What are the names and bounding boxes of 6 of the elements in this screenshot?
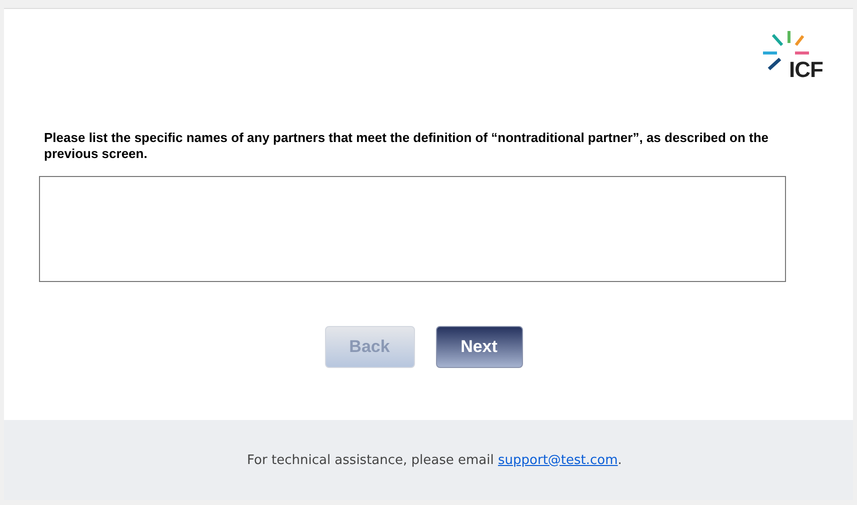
question-text: Please list the specific names of any partners that meet the definition of “nontraditional partner”, as described on the previous screen. xyxy=(44,130,770,162)
logo-text: ICF xyxy=(789,59,823,81)
answer-box[interactable] xyxy=(39,176,786,282)
email-link[interactable]: support@test.com xyxy=(498,452,618,468)
next-button[interactable]: Next xyxy=(436,326,522,368)
footer-text: For technical assistance, please email support@test.com. xyxy=(247,452,622,468)
